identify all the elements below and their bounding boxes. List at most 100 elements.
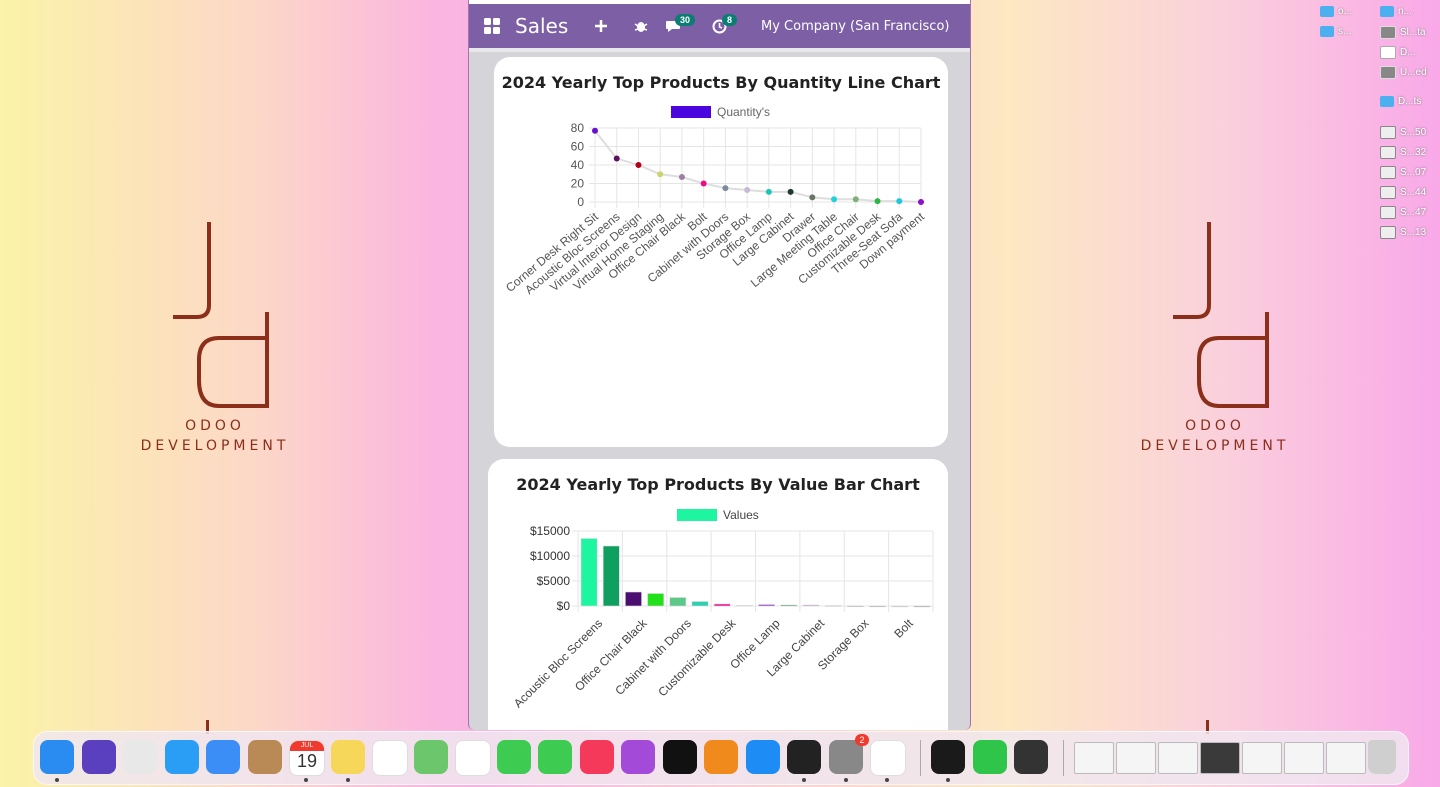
messages-button[interactable]: 30: [665, 4, 696, 48]
desktop-file[interactable]: o...: [1320, 6, 1352, 17]
data-point: [918, 199, 924, 205]
data-point: [765, 188, 772, 195]
desktop-file[interactable]: S...47: [1380, 206, 1426, 219]
desktop-file[interactable]: S...07: [1380, 166, 1426, 179]
tv-icon[interactable]: [662, 740, 697, 774]
y-tick-label: 60: [571, 140, 585, 154]
legend-swatch: [677, 509, 717, 521]
mail-icon[interactable]: [206, 740, 240, 774]
y-tick-label: 40: [571, 158, 585, 172]
quick-create-button[interactable]: [594, 4, 608, 48]
chrome-icon[interactable]: [870, 740, 906, 776]
desktop-file[interactable]: S...50: [1380, 126, 1426, 139]
minimized-window-thumbnail[interactable]: [1242, 742, 1282, 774]
calendar-month: JUL: [290, 741, 324, 751]
x-tick-label: Customizable Desk: [655, 616, 739, 700]
data-point: [787, 188, 794, 195]
legend-label: Values: [723, 508, 759, 522]
minimized-window-thumbnail[interactable]: [1326, 742, 1366, 774]
activities-count-badge: 8: [722, 14, 738, 26]
desktop-file[interactable]: Sl...ta: [1380, 26, 1426, 39]
notes-icon[interactable]: [330, 740, 365, 774]
safari-icon[interactable]: [164, 740, 199, 774]
data-bar: [602, 545, 620, 607]
data-bar: [891, 605, 909, 608]
screenshot-icon: [1380, 186, 1396, 199]
pycharm-icon[interactable]: [931, 740, 965, 774]
terminal-icon[interactable]: [787, 740, 821, 774]
logo-text-development: DEVELOPMENT: [140, 438, 290, 454]
desktop-file[interactable]: D...ts: [1380, 96, 1421, 107]
desktop-file-label: D...: [1400, 47, 1416, 58]
activities-button[interactable]: 8: [712, 4, 738, 48]
desktop-file-label: s...: [1338, 26, 1352, 37]
photos-icon[interactable]: [455, 740, 491, 776]
desktop-file-label: S...13: [1400, 227, 1427, 238]
data-point: [592, 127, 598, 134]
quicktime-icon[interactable]: [1014, 740, 1048, 774]
data-bar: [780, 604, 798, 607]
desktop-file[interactable]: S...32: [1380, 146, 1426, 159]
running-indicator: [802, 778, 806, 782]
data-point: [744, 186, 751, 193]
reminders-icon[interactable]: [372, 740, 408, 776]
messages-icon[interactable]: [496, 740, 531, 774]
desktop-file[interactable]: D...: [1380, 46, 1416, 59]
data-point: [678, 174, 685, 181]
screenshot-icon: [1380, 166, 1396, 179]
dock: JUL 19 2: [33, 731, 1409, 785]
plus-icon: [595, 20, 607, 32]
maps-icon[interactable]: [413, 740, 448, 774]
appstore-icon[interactable]: [745, 740, 780, 774]
running-indicator: [55, 778, 59, 782]
data-point: [657, 171, 664, 178]
data-bar: [669, 597, 687, 607]
desktop-file[interactable]: n...: [1380, 6, 1412, 17]
logo-text-odoo: ODOO: [1185, 418, 1245, 434]
trash-icon[interactable]: [1368, 740, 1396, 774]
minimized-window-thumbnail[interactable]: [1158, 742, 1198, 774]
minimized-window-thumbnail[interactable]: [1074, 742, 1114, 774]
facetime-icon[interactable]: [538, 740, 572, 774]
document-icon: [1380, 46, 1396, 59]
calendar-icon[interactable]: JUL 19: [289, 740, 325, 776]
podcasts-icon[interactable]: [621, 740, 655, 774]
image-icon: [1380, 66, 1396, 79]
books-icon[interactable]: [704, 740, 738, 774]
desktop-file-label: S...07: [1400, 167, 1427, 178]
desktop-file[interactable]: S...44: [1380, 186, 1426, 199]
chart-title: 2024 Yearly Top Products By Quantity Lin…: [501, 73, 941, 92]
chart-title: 2024 Yearly Top Products By Value Bar Ch…: [516, 475, 920, 494]
minimized-window-thumbnail[interactable]: [1116, 742, 1156, 774]
desktop-file[interactable]: s...: [1320, 26, 1351, 37]
music-icon[interactable]: [579, 740, 614, 774]
data-point: [700, 180, 707, 187]
finder-icon[interactable]: [40, 740, 74, 774]
numbers-icon[interactable]: [972, 740, 1007, 774]
minimized-window-thumbnail[interactable]: [1200, 742, 1240, 774]
value-chart-card: 2024 Yearly Top Products By Value Bar Ch…: [488, 459, 948, 730]
legend-swatch: [671, 106, 711, 118]
data-point: [831, 196, 838, 203]
desktop-file[interactable]: U...ed: [1380, 66, 1427, 79]
company-switcher[interactable]: My Company (San Francisco): [761, 4, 949, 48]
dock-separator: [1063, 740, 1064, 776]
siri-icon[interactable]: [81, 740, 116, 774]
x-tick-label: Cabinet with Doors: [612, 616, 694, 698]
y-tick-label: 80: [571, 121, 585, 135]
data-bar: [824, 605, 842, 607]
navbar: Sales 30 8 My Company (San Francisco): [469, 4, 970, 48]
contacts-icon[interactable]: [247, 740, 282, 774]
y-tick-label: $0: [557, 599, 571, 613]
y-tick-label: 0: [577, 195, 584, 209]
data-point: [852, 196, 859, 203]
minimized-window-thumbnail[interactable]: [1284, 742, 1324, 774]
launchpad-icon[interactable]: [123, 740, 157, 774]
data-bar: [869, 605, 886, 608]
debug-button[interactable]: [634, 4, 648, 48]
app-title[interactable]: Sales: [515, 4, 568, 48]
desktop-file[interactable]: S...13: [1380, 226, 1426, 239]
settings-icon[interactable]: 2: [828, 734, 869, 774]
apps-menu-button[interactable]: [483, 4, 501, 48]
desktop-file-label: n...: [1398, 6, 1412, 17]
